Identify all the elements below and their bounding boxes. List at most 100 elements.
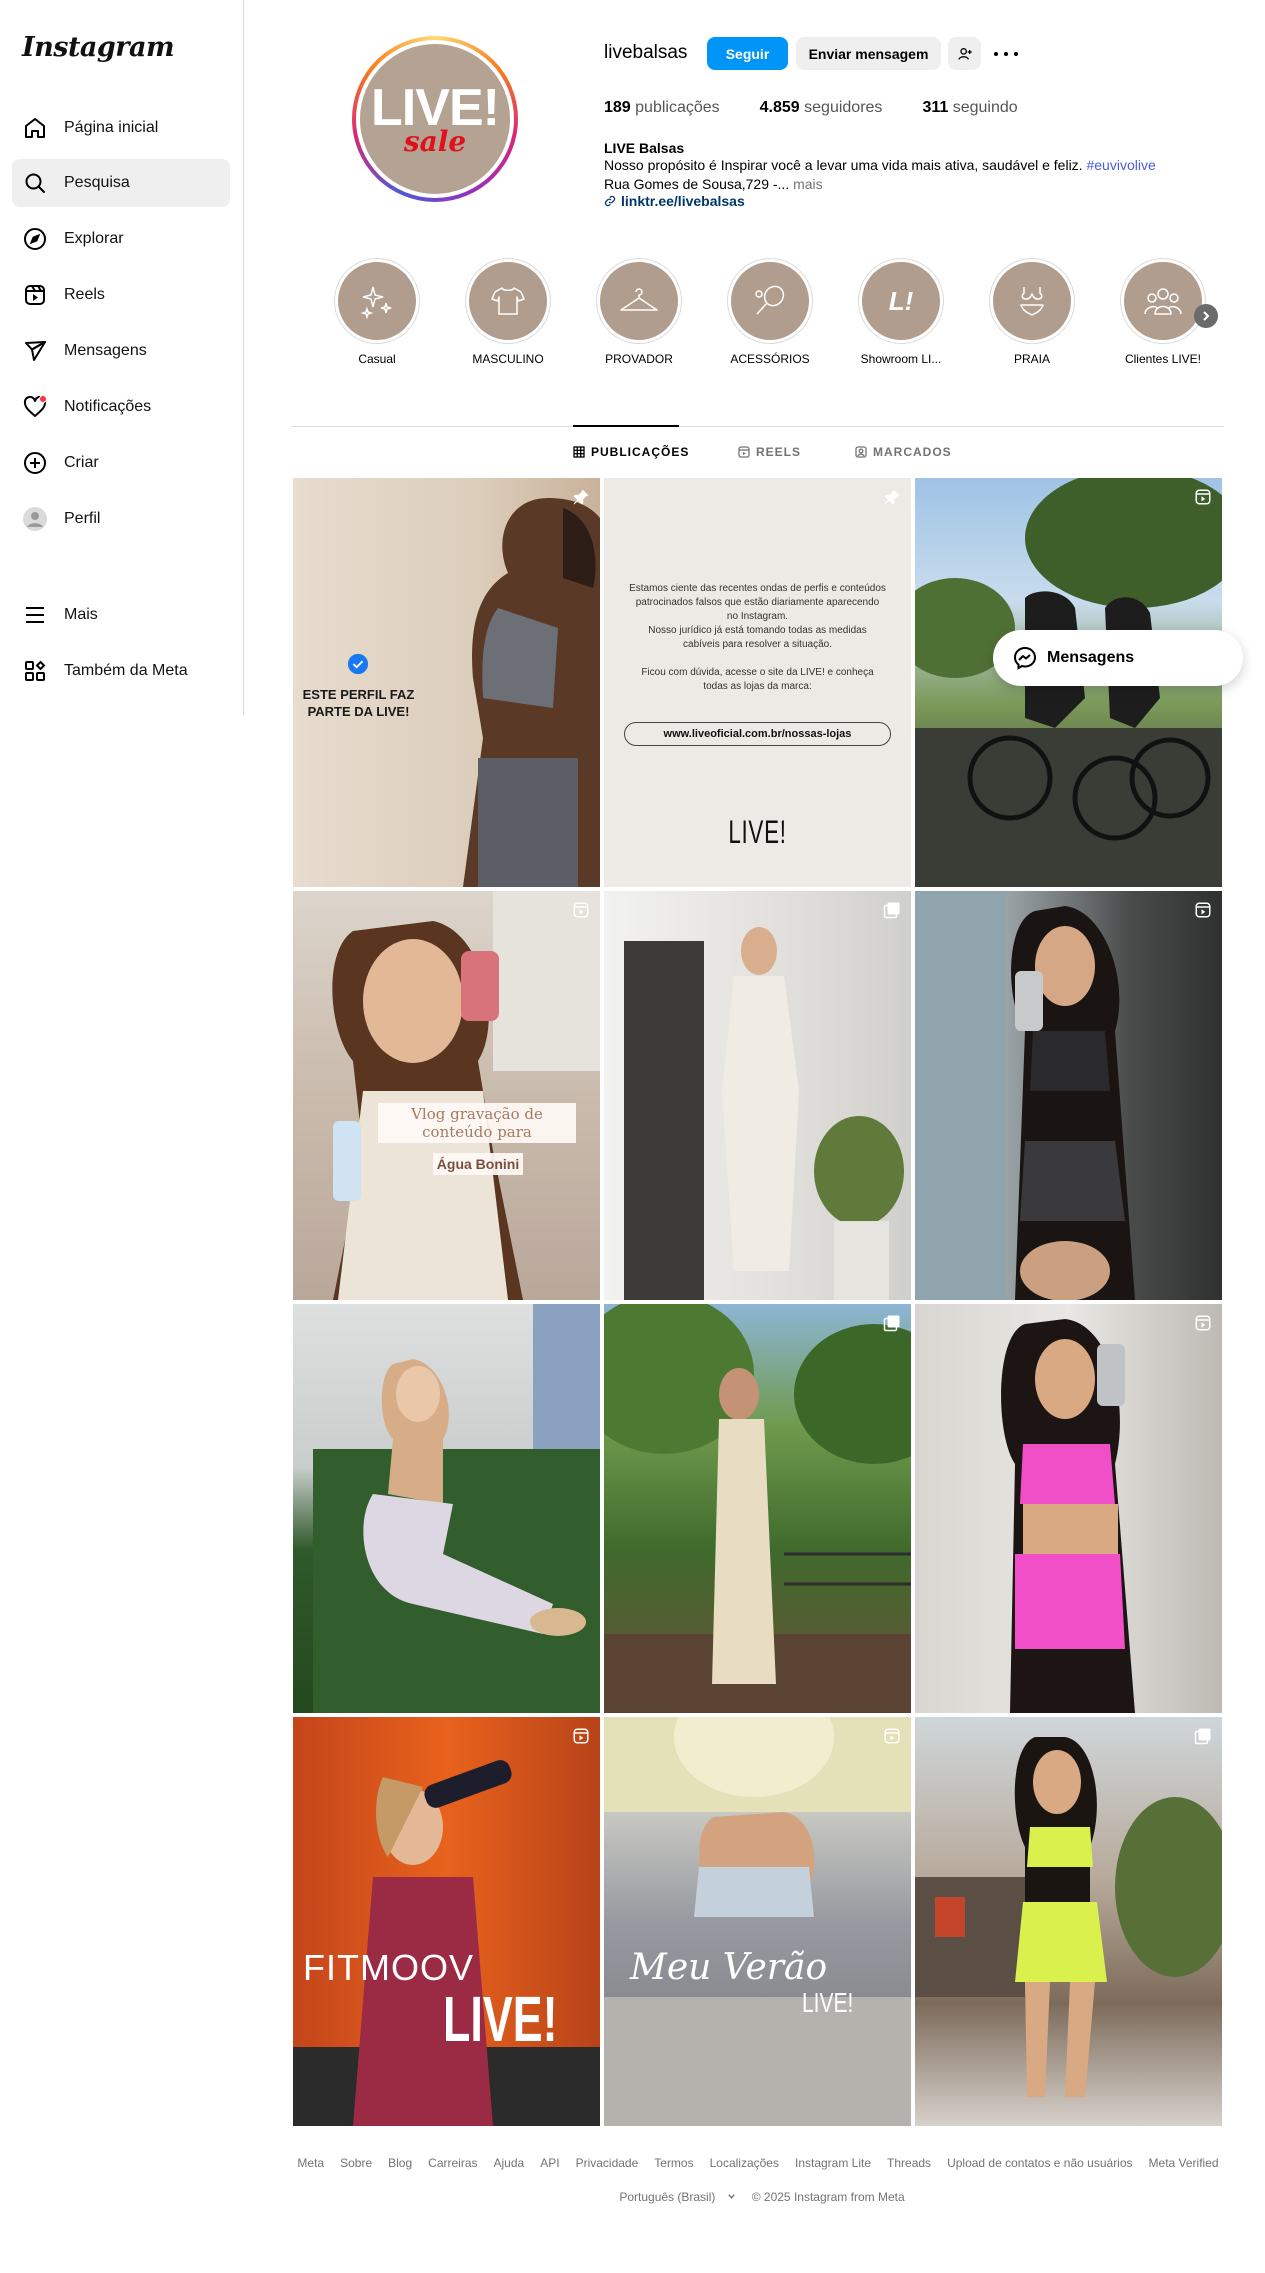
post-image	[604, 1304, 911, 1713]
footer-link[interactable]: API	[540, 2156, 559, 2170]
post-2[interactable]: Estamos ciente das recentes ondas de per…	[604, 478, 911, 887]
reels-icon	[738, 446, 750, 458]
sidebar-item-profile[interactable]: Perfil	[12, 495, 230, 543]
highlight-label: Showroom LI...	[860, 352, 942, 366]
post-image	[1001, 1319, 1135, 1713]
sidebar-item-search[interactable]: Pesquisa	[12, 159, 230, 207]
messenger-icon	[1013, 646, 1037, 670]
sidebar-item-messages[interactable]: Mensagens	[12, 327, 230, 375]
highlight-ring: L!	[858, 258, 944, 344]
more-options-button[interactable]	[994, 44, 1018, 64]
post-11[interactable]: Meu Verão LIVE!	[604, 1717, 911, 2126]
post-image	[463, 498, 600, 887]
tab-reels[interactable]: REELS	[738, 445, 801, 459]
highlight-masculino[interactable]: MASCULINO	[463, 258, 553, 366]
profile-avatar[interactable]: LIVE! sale	[352, 36, 518, 202]
sidebar-item-explore[interactable]: Explorar	[12, 215, 230, 263]
footer-link[interactable]: Meta Verified	[1149, 2156, 1219, 2170]
footer-link[interactable]: Privacidade	[576, 2156, 639, 2170]
language-selector[interactable]: Português (Brasil)	[611, 2190, 735, 2204]
sidebar-item-create[interactable]: Criar	[12, 439, 230, 487]
post-image	[915, 891, 1135, 1300]
highlights-next-button[interactable]	[1194, 304, 1218, 328]
footer-link[interactable]: Carreiras	[428, 2156, 477, 2170]
people-icon	[1144, 288, 1182, 315]
sidebar-item-label: Criar	[64, 454, 99, 471]
verified-check-icon	[347, 653, 369, 675]
bio-description: Nosso propósito é Inspirar você a levar …	[604, 157, 1083, 173]
post-notice-line	[604, 652, 911, 666]
followers-label: seguidores	[804, 99, 883, 116]
dot	[1014, 52, 1018, 56]
sidebar-item-notifications[interactable]: Notificações	[12, 383, 230, 431]
highlight-provador[interactable]: PROVADOR	[594, 258, 684, 366]
footer-link[interactable]: Ajuda	[494, 2156, 525, 2170]
footer-link[interactable]: Localizações	[710, 2156, 779, 2170]
footer-link[interactable]: Sobre	[340, 2156, 372, 2170]
post-url-box: www.liveoficial.com.br/nossas-lojas	[624, 722, 891, 746]
follow-button[interactable]: Seguir	[707, 37, 788, 70]
highlight-cover	[993, 262, 1071, 340]
tab-posts[interactable]: PUBLICAÇÕES	[573, 445, 689, 459]
post-7[interactable]	[293, 1304, 600, 1713]
highlight-showroom[interactable]: L! Showroom LI...	[856, 258, 946, 366]
footer-link[interactable]: Threads	[887, 2156, 931, 2170]
bio-address: Rua Gomes de Sousa,729 -... mais	[604, 176, 823, 192]
sidebar-item-meta[interactable]: Também da Meta	[12, 647, 230, 695]
post-notice-line: Ficou com dúvida, acesse o site da LIVE!…	[641, 667, 874, 678]
dot	[994, 52, 998, 56]
home-icon	[22, 115, 48, 141]
sidebar-item-label: Mensagens	[64, 342, 147, 359]
carousel-icon	[883, 1315, 900, 1332]
instagram-logo[interactable]: Instagram	[22, 32, 175, 63]
suggest-accounts-button[interactable]	[948, 37, 981, 70]
footer-link[interactable]: Upload de contatos e não usuários	[947, 2156, 1132, 2170]
direct-icon	[22, 338, 48, 364]
post-notice-line: no Instagram.	[726, 611, 789, 622]
following-stat[interactable]: 311 seguindo	[922, 99, 1017, 117]
post-1[interactable]: ESTE PERFIL FAZ PARTE DA LIVE!	[293, 478, 600, 887]
footer-link[interactable]: Meta	[297, 2156, 324, 2170]
footer-link[interactable]: Termos	[654, 2156, 693, 2170]
post-12[interactable]	[915, 1717, 1222, 2126]
bio-more-button[interactable]: mais	[793, 176, 823, 192]
post-5[interactable]	[604, 891, 911, 1300]
sidebar-item-home[interactable]: Página inicial	[12, 104, 230, 152]
footer-link[interactable]: Instagram Lite	[795, 2156, 871, 2170]
post-image	[624, 927, 904, 1300]
profile-username: livebalsas	[604, 42, 688, 63]
send-message-button[interactable]: Enviar mensagem	[796, 37, 941, 70]
profile-avatar-icon	[22, 506, 48, 532]
sidebar-item-label: Explorar	[64, 230, 124, 247]
sidebar-item-more[interactable]: Mais	[12, 591, 230, 639]
floating-messages-button[interactable]: Mensagens	[993, 630, 1243, 686]
bio-link[interactable]: linktr.ee/livebalsas	[604, 193, 745, 209]
sidebar-item-reels[interactable]: Reels	[12, 271, 230, 319]
sidebar-item-label: Pesquisa	[64, 174, 130, 191]
sidebar-item-label: Perfil	[64, 510, 101, 527]
post-title-text: Meu Verão	[630, 1947, 828, 1988]
heart-icon	[22, 394, 48, 420]
footer-link[interactable]: Blog	[388, 2156, 412, 2170]
tabs-divider	[292, 426, 1224, 427]
tagged-icon	[855, 446, 867, 458]
racket-icon	[755, 285, 785, 315]
highlight-cover: L!	[862, 262, 940, 340]
post-8[interactable]	[604, 1304, 911, 1713]
post-10[interactable]: FITMOOV LIVE!	[293, 1717, 600, 2126]
profile-stats: 189 publicações 4.859 seguidores 311 seg…	[604, 99, 1058, 117]
highlight-ring	[989, 258, 1075, 344]
post-9[interactable]	[915, 1304, 1222, 1713]
post-4[interactable]: Vlog gravação de conteúdo para Água Boni…	[293, 891, 600, 1300]
dot	[1004, 52, 1008, 56]
highlight-label: Casual	[358, 352, 396, 366]
bio-hashtag[interactable]: #euvivolive	[1086, 157, 1155, 173]
post-6[interactable]	[915, 891, 1222, 1300]
highlight-acessorios[interactable]: ACESSÓRIOS	[725, 258, 815, 366]
highlight-casual[interactable]: Casual	[332, 258, 422, 366]
footer-bottom: Português (Brasil) © 2025 Instagram from…	[292, 2190, 1224, 2204]
highlight-praia[interactable]: PRAIA	[987, 258, 1077, 366]
tab-tagged[interactable]: MARCADOS	[855, 445, 952, 459]
sidebar-item-label: Mais	[64, 606, 98, 623]
followers-stat[interactable]: 4.859 seguidores	[760, 99, 883, 117]
